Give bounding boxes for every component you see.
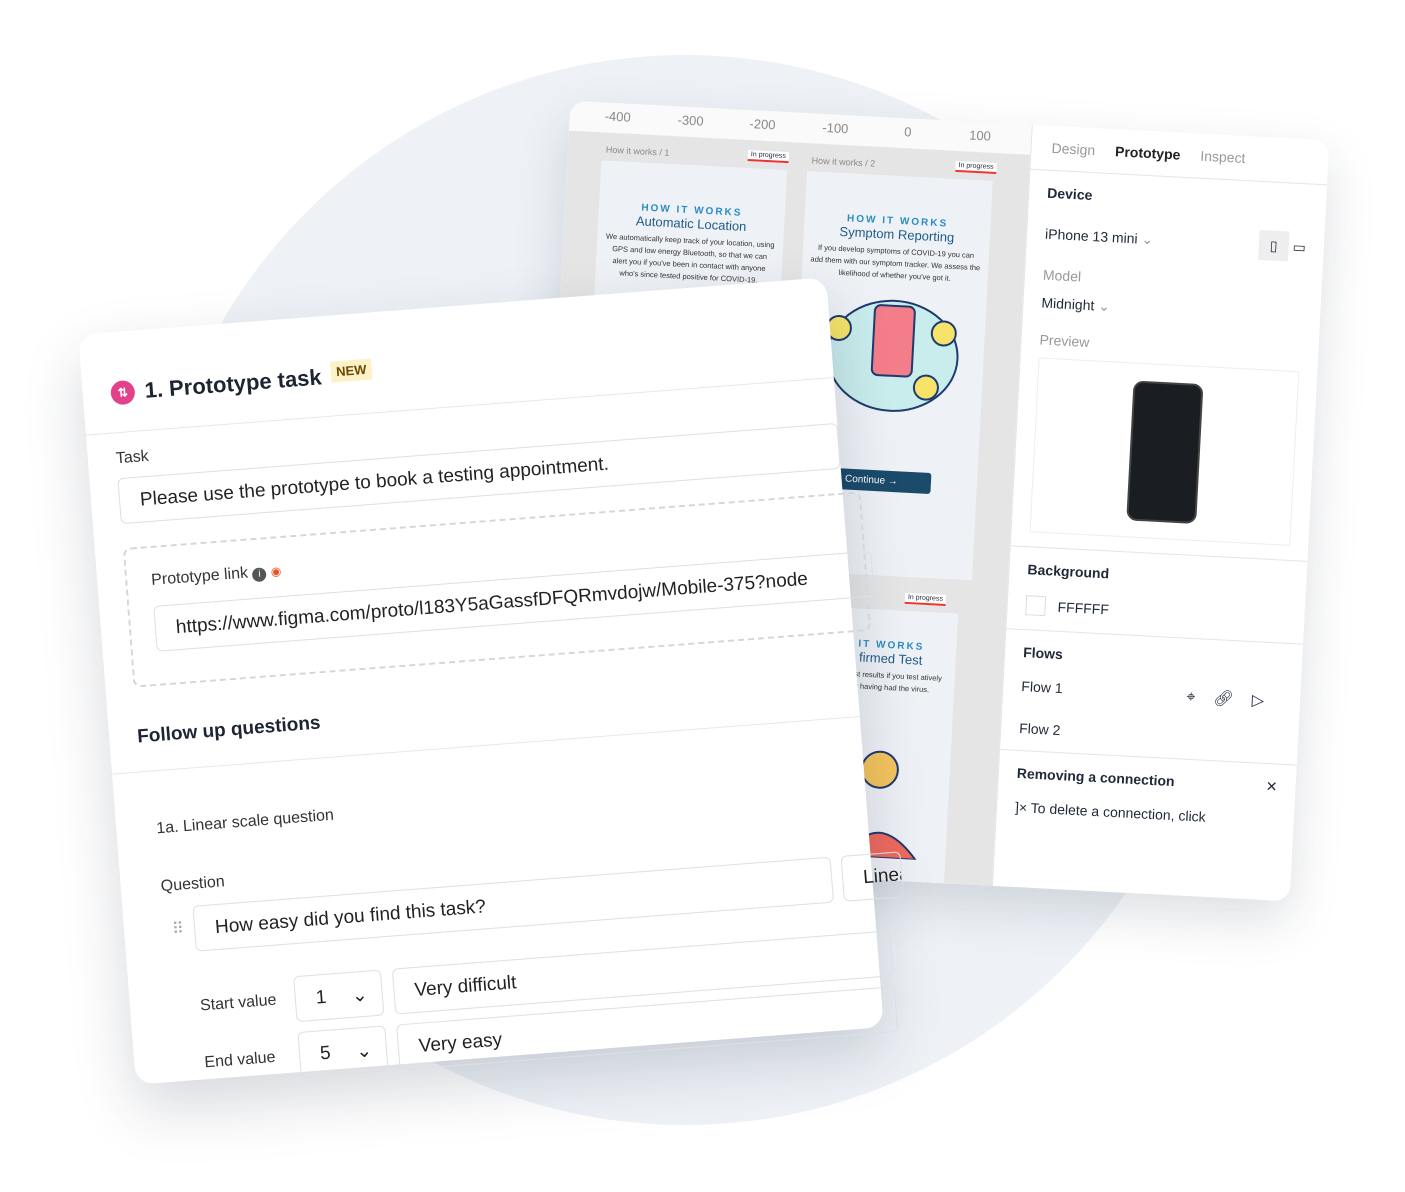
flow-name: Flow 2 — [1018, 719, 1061, 739]
properties-panel: Design Prototype Inspect Device iPhone 1… — [991, 124, 1330, 902]
question-label: Question — [160, 873, 226, 896]
prototype-task-card: ⇅ 1. Prototype task NEW Task Please use … — [78, 277, 904, 1085]
prototype-link-box: Prototype link i ◉ https://www.figma.com… — [122, 491, 875, 688]
ruler-tick: 0 — [903, 124, 912, 140]
disconnect-icon: ]× — [1014, 798, 1028, 816]
question-type-select[interactable]: Linear — [840, 851, 904, 902]
chevron-down-icon: ⌄ — [355, 1040, 373, 1063]
flow-item[interactable]: Flow 1 ⌖🔗︎▷ — [1021, 678, 1283, 712]
prototype-link-label: Prototype link — [150, 564, 249, 589]
chevron-down-icon: ⌄ — [1097, 297, 1111, 315]
flows-section: Flows Flow 1 ⌖🔗︎▷ Flow 2 — [1000, 629, 1303, 766]
tip-section: Removing a connection ✕ ]× To delete a co… — [996, 750, 1297, 843]
status-badge: In progress — [904, 592, 947, 606]
crosshair-icon[interactable]: ⌖ — [1186, 689, 1214, 707]
new-badge: NEW — [330, 358, 373, 383]
play-icon[interactable]: ▷ — [1251, 692, 1282, 711]
ruler-tick: -200 — [749, 116, 776, 133]
model-select[interactable]: Midnight ⌄ — [1041, 295, 1303, 326]
tab-design[interactable]: Design — [1051, 140, 1095, 158]
illustration-phone-hand — [825, 299, 959, 412]
task-label: Task — [115, 447, 150, 468]
task-title: 1. Prototype task — [143, 364, 323, 403]
flow-item[interactable]: Flow 2 — [1019, 720, 1280, 750]
model-label: Model — [1042, 266, 1082, 285]
section-heading: Flows — [1022, 644, 1064, 663]
status-badge: In progress — [955, 160, 997, 175]
task-icon: ⇅ — [109, 379, 136, 406]
section-heading: Device — [1046, 184, 1093, 204]
start-value-label: Start value — [199, 991, 278, 1015]
frame-label: How it works / 2 — [811, 155, 876, 169]
preview-label: Preview — [1039, 331, 1090, 351]
status-badge: In progress — [747, 150, 790, 164]
ruler-tick: 100 — [968, 127, 992, 144]
ruler-tick: -300 — [677, 112, 704, 129]
section-heading: Background — [1027, 561, 1110, 582]
tab-inspect[interactable]: Inspect — [1200, 148, 1246, 166]
phone-icon — [1125, 379, 1204, 524]
device-select[interactable]: iPhone 13 mini ⌄ — [1045, 225, 1154, 248]
end-value-select[interactable]: 5 — [319, 1043, 331, 1065]
chevron-down-icon: ⌄ — [351, 984, 369, 1007]
ruler-tick: -400 — [604, 108, 632, 125]
question-type-label: 1a. Linear scale question — [155, 806, 335, 838]
info-icon[interactable]: i — [252, 567, 268, 583]
color-swatch[interactable] — [1025, 595, 1047, 617]
device-value: iPhone 13 mini — [1044, 225, 1139, 246]
landscape-icon[interactable]: ▭ — [1292, 239, 1306, 256]
device-section: Device iPhone 13 mini ⌄ ▯ ▭ Model Midnig… — [1010, 169, 1328, 562]
model-value: Midnight — [1041, 294, 1095, 314]
device-preview — [1029, 357, 1300, 546]
flow-name: Flow 1 — [1021, 678, 1064, 697]
portrait-icon[interactable]: ▯ — [1257, 229, 1290, 262]
question-input[interactable]: How easy did you find this task? — [192, 856, 835, 952]
tip-heading: Removing a connection — [1016, 764, 1176, 790]
figma-icon: ◉ — [270, 564, 282, 579]
chevron-down-icon: ⌄ — [1141, 230, 1154, 247]
close-icon[interactable]: ✕ — [1264, 778, 1278, 813]
link-icon[interactable]: 🔗︎ — [1213, 690, 1252, 709]
start-value-select[interactable]: 1 — [315, 987, 327, 1009]
tab-prototype[interactable]: Prototype — [1115, 143, 1181, 162]
end-value-label: End value — [203, 1048, 277, 1072]
drag-handle-icon[interactable]: ⠿ — [171, 919, 185, 940]
background-section: Background FFFFFF — [1006, 546, 1308, 645]
background-value[interactable]: FFFFFF — [1057, 599, 1109, 618]
continue-button[interactable]: Continue → — [830, 467, 932, 495]
ruler-tick: -100 — [822, 119, 849, 137]
frame-label: How it works / 1 — [605, 144, 670, 158]
follow-up-heading: Follow up questions — [136, 712, 322, 748]
